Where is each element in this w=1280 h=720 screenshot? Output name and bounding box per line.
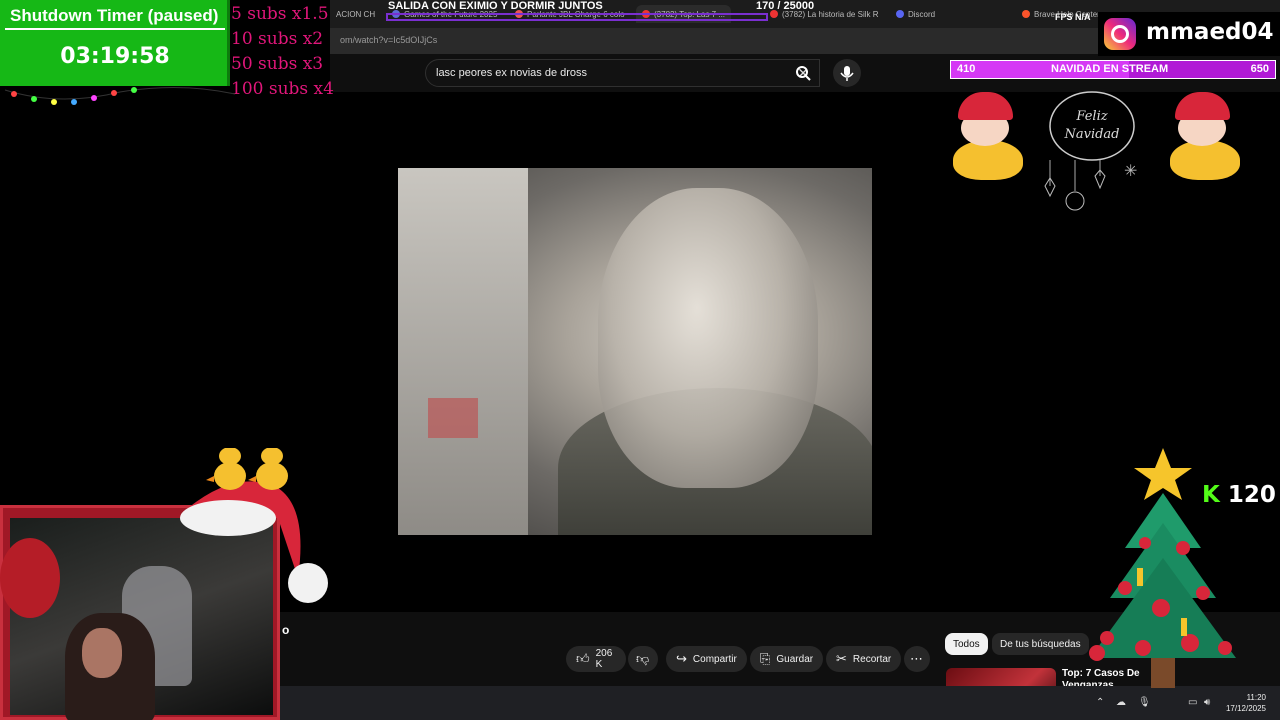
windows-taskbar (280, 686, 1280, 720)
tab-6[interactable]: Discord (896, 5, 935, 23)
dislike-button[interactable]: 👎︎ (628, 646, 658, 672)
like-button[interactable]: 👍︎ 206 K (566, 646, 626, 672)
scissors-icon: ✂ (836, 651, 847, 666)
svg-text:✳: ✳ (1124, 163, 1137, 180)
thumbs-down-icon: 👎︎ (636, 651, 650, 666)
fps-counter: FPS N/A (1055, 12, 1091, 22)
url-text: om/watch?v=Ic5dOIJjCs (340, 35, 438, 45)
timer-time: 03:19:58 (60, 44, 170, 69)
video-frame-detail (428, 398, 478, 438)
search-input[interactable]: lasc peores ex novias de dross ✕ (425, 59, 820, 87)
search-icon (796, 66, 811, 81)
search-button[interactable] (786, 59, 820, 87)
channel-text: o (282, 623, 290, 637)
brave-icon (1022, 10, 1030, 18)
svg-text:Navidad: Navidad (1063, 127, 1119, 142)
taskbar-clock[interactable]: 11:20 17/12/2025 (1226, 692, 1266, 714)
video-frame-face (598, 188, 818, 488)
shutdown-timer-widget: Shutdown Timer (paused) 03:19:58 (0, 0, 230, 86)
bookmark-icon: ⎘ (760, 651, 771, 666)
volume-icon[interactable]: 🔊︎ (1204, 697, 1210, 708)
voice-search-button[interactable] (833, 59, 861, 87)
timer-title: Shutdown Timer (paused) (10, 6, 219, 25)
goal-left-value: 410 (957, 63, 976, 75)
christmas-tree-decoration (1089, 448, 1236, 688)
goal-right-value: 650 (1250, 63, 1269, 75)
multiplier-line: 5 subs x1.5 (231, 4, 329, 24)
stream-title: SALIDA CON EXIMIO Y DORMIR JUNTOS (388, 0, 603, 12)
clip-label: Recortar (852, 653, 892, 665)
microphone-icon (840, 66, 854, 81)
tab-1[interactable]: ACION CH (336, 5, 375, 23)
instagram-badge: mmaed04 (1098, 12, 1280, 56)
goal-label: NAVIDAD EN STREAM (1051, 63, 1169, 75)
thumbs-up-icon: 👍︎ (576, 651, 590, 666)
stream-progress-frame (386, 13, 768, 21)
santa-hat-decoration (180, 448, 328, 603)
chip-from-searches[interactable]: De tus búsquedas (992, 633, 1089, 655)
sub-multipliers: 5 subs x1.5 10 subs x2 50 subs x3 100 su… (231, 2, 334, 102)
video-frame-building (398, 168, 528, 535)
tab-label: Discord (908, 9, 936, 19)
save-button[interactable]: ⎘ Guardar (750, 646, 824, 672)
timer-divider (5, 28, 225, 30)
more-actions-button[interactable]: ⋯ (904, 646, 930, 672)
clock-date: 17/12/2025 (1225, 704, 1266, 713)
search-query: lasc peores ex novias de dross (436, 67, 588, 79)
sub-goal-counter: 170 / 25000 (756, 0, 815, 12)
like-count: 206 K (595, 648, 613, 670)
save-label: Guardar (776, 653, 814, 665)
santa-duck-right (1160, 92, 1250, 182)
multiplier-line: 50 subs x3 (231, 54, 324, 74)
webcam-balloon (0, 538, 60, 618)
christmas-lights-left (4, 86, 236, 105)
multiplier-line: 10 subs x2 (231, 29, 324, 49)
svg-text:Feliz: Feliz (1075, 109, 1107, 124)
webcam-face (82, 628, 122, 678)
discord-icon (896, 10, 904, 18)
clip-button[interactable]: ✂ Recortar (826, 646, 902, 672)
share-icon: ↪ (676, 651, 687, 666)
feliz-navidad-ornament: Feliz Navidad ✳ (1044, 91, 1137, 211)
santa-duck-left (943, 92, 1033, 182)
tray-chevron-icon[interactable]: ⌃ (1096, 697, 1104, 708)
video-player[interactable] (398, 168, 872, 535)
network-icon[interactable]: ▭ (1188, 697, 1197, 708)
clock-time: 11:20 (1246, 693, 1266, 702)
share-label: Compartir (692, 653, 737, 665)
tab-label: ACION CH (336, 9, 376, 19)
instagram-icon (1104, 18, 1136, 50)
christmas-goal-bar: 410 NAVIDAD EN STREAM 650 (950, 60, 1276, 79)
share-button[interactable]: ↪ Compartir (666, 646, 747, 672)
multiplier-line: 100 subs x4 (231, 79, 334, 99)
more-dots-icon: ⋯ (910, 651, 923, 666)
chip-all[interactable]: Todos (945, 633, 988, 655)
onedrive-icon[interactable]: ☁ (1116, 697, 1126, 708)
instagram-handle: mmaed04 (1146, 19, 1274, 45)
microphone-tray-icon[interactable]: 🎙︎ (1138, 697, 1151, 708)
